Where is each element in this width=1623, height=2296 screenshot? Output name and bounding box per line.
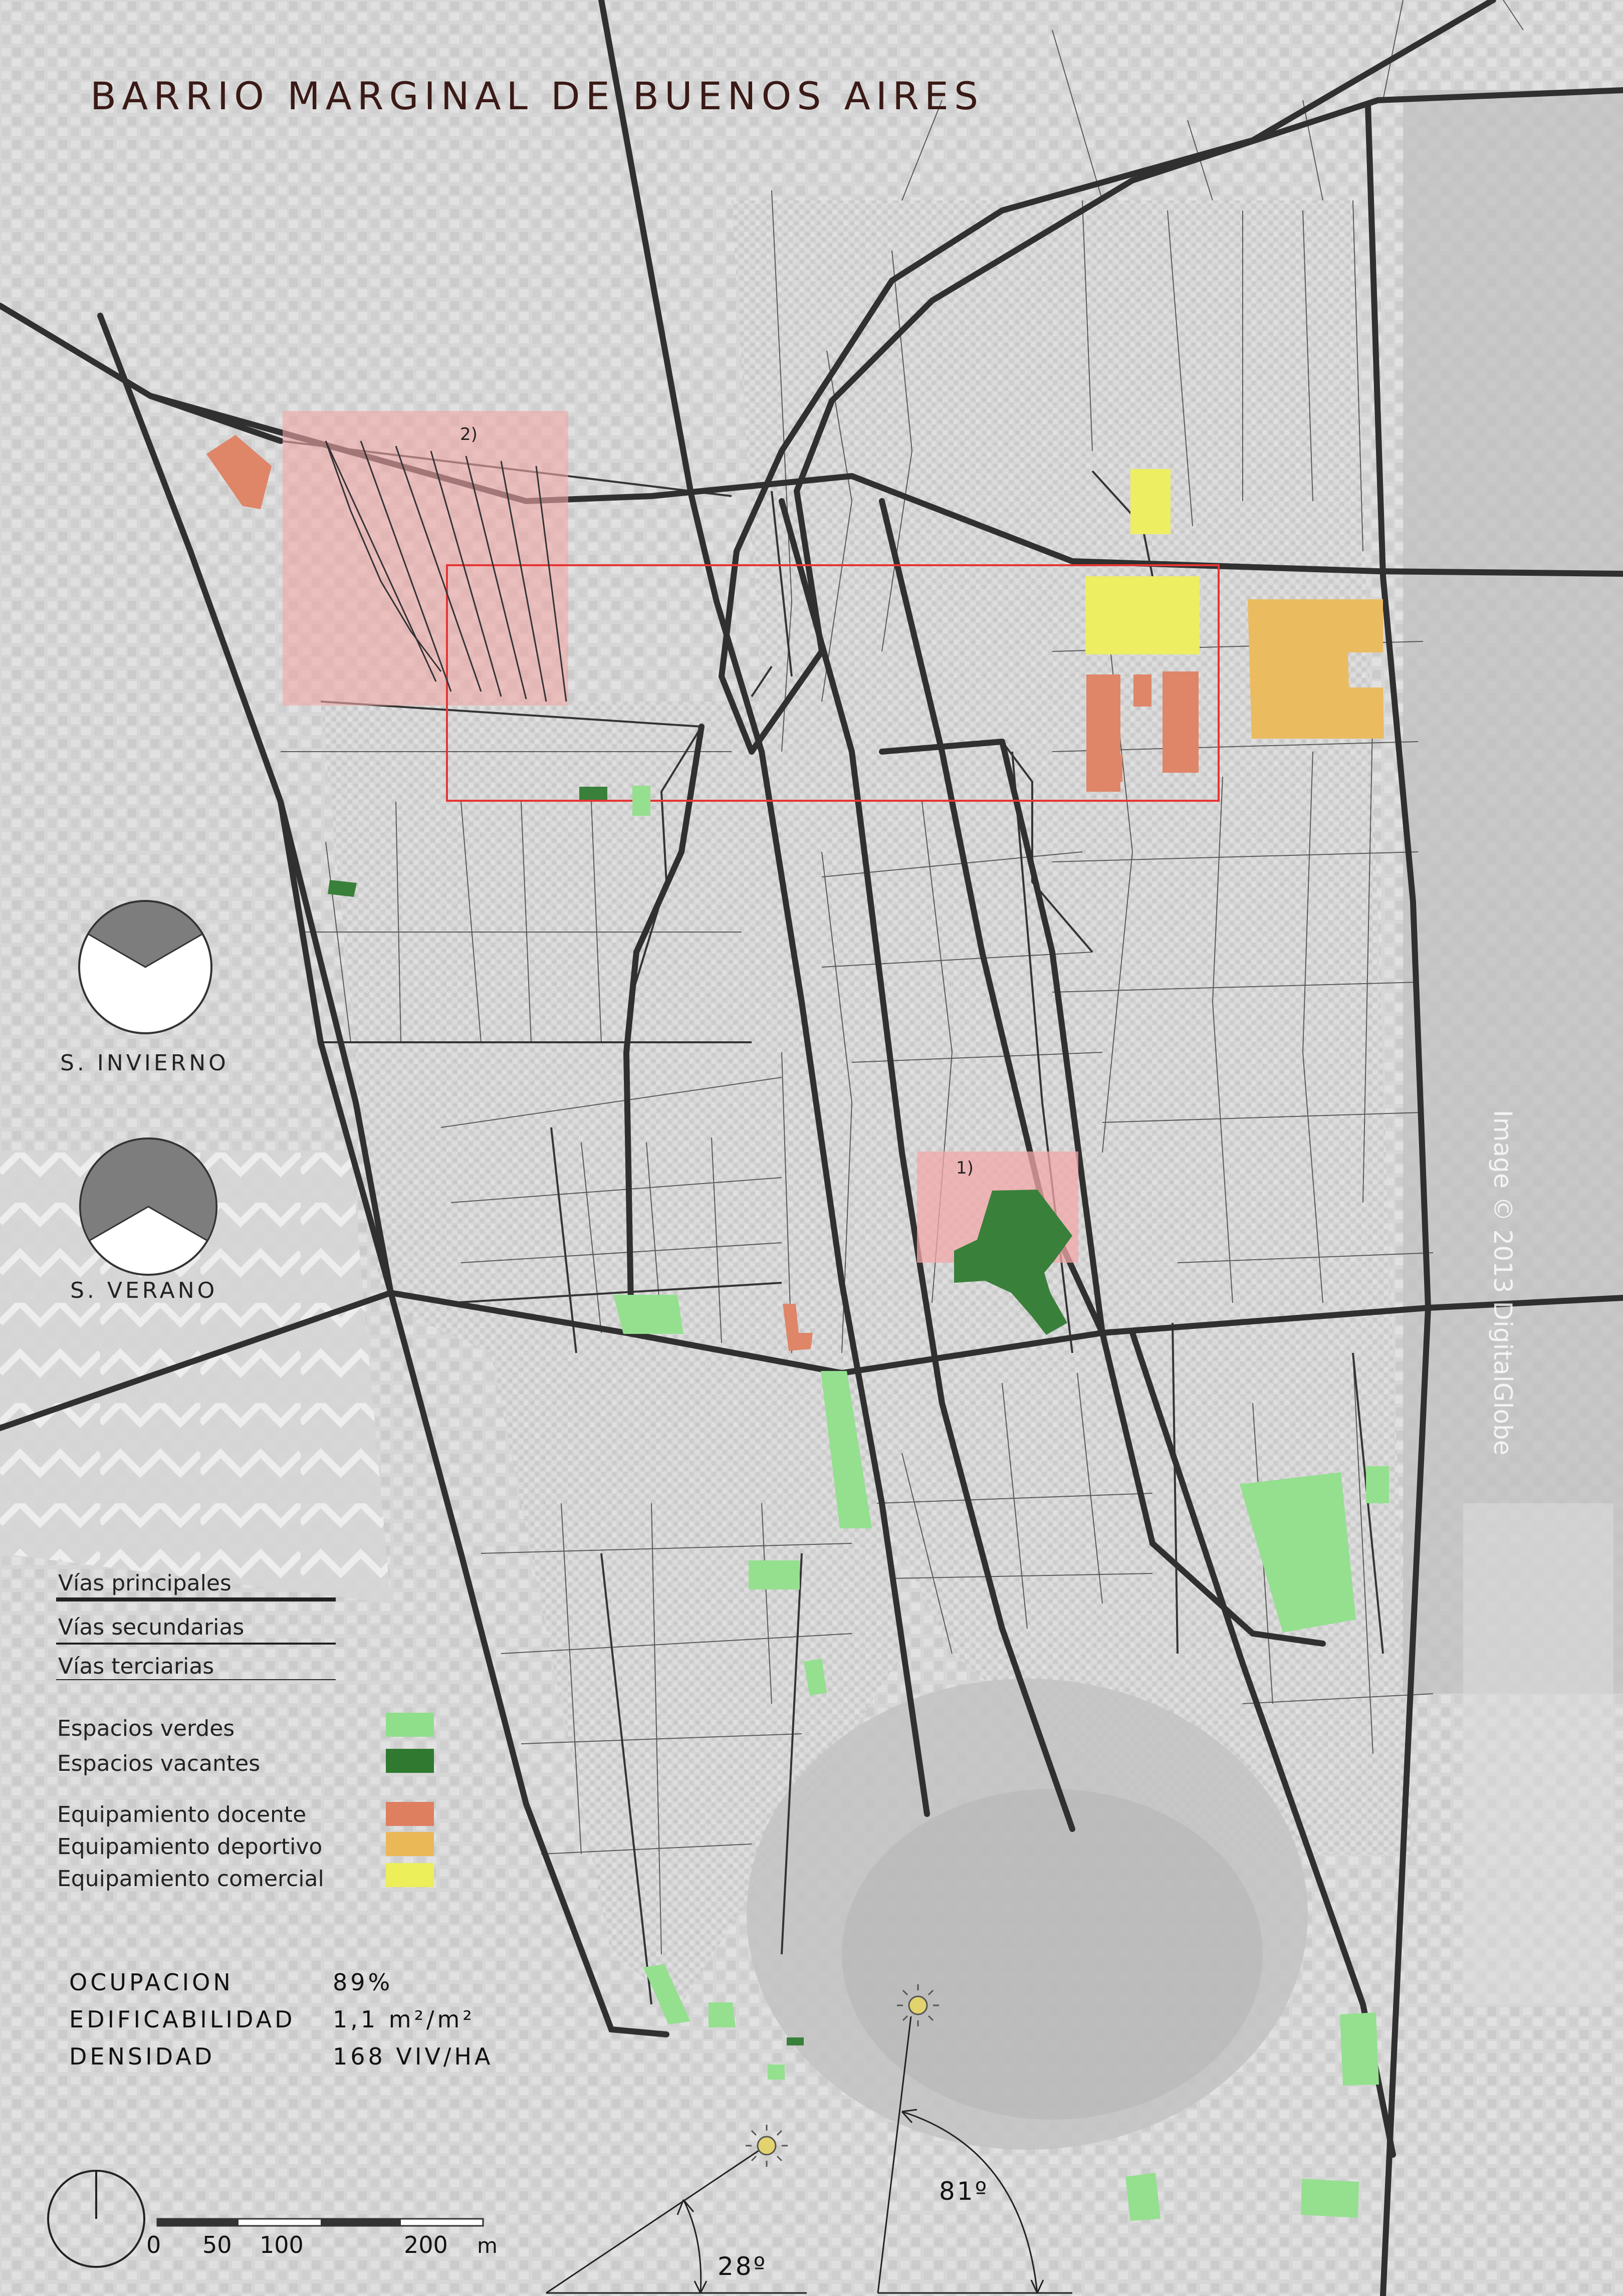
sun-angle-winter-label: 28º [718,2252,767,2281]
legend-equipamiento-docente: Equipamiento docente [57,1802,306,1827]
zone-2-label: 2) [460,424,478,444]
legend-vias-secundarias: Vías secundarias [58,1615,244,1640]
sun-diagram-invierno-label: S. invierno [60,1050,229,1076]
stat-edificabilidad-value: 1,1 m²/m² [333,2006,475,2033]
sun-angle-summer-label: 81º [939,2177,989,2206]
zone-1-label: 1) [956,1158,974,1178]
scale-tick-100: 100 [260,2231,304,2258]
scale-tick-50: 50 [202,2231,232,2258]
stat-densidad-value: 168 viv/ha [333,2043,493,2070]
legend-equipamiento-comercial: Equipamiento comercial [57,1866,324,1892]
legend-vias-terciarias: Vías terciarias [58,1654,214,1679]
legend-swatch-verdes [386,1713,434,1737]
site-analysis-map: BARRIO MARGINAL DE BUENOS AIRES Image © … [0,0,1623,2296]
copyright-watermark: Image © 2013 DigitalGlobe [1488,1110,1517,1455]
map-title: BARRIO MARGINAL DE BUENOS AIRES [90,74,984,118]
legend-swatch-vacantes [386,1749,434,1773]
legend-swatch-docente [386,1802,434,1826]
legend-equipamiento-deportivo: Equipamiento deportivo [57,1834,322,1860]
scale-unit: m [477,2233,498,2258]
legend-swatch-deportivo [386,1832,434,1856]
legend-espacios-verdes: Espacios verdes [57,1716,235,1741]
scale-tick-200: 200 [404,2231,448,2258]
stat-densidad-label: Densidad [69,2043,215,2070]
stat-ocupacion-label: Ocupacion [69,1969,234,1996]
legend-vias-principales: Vías principales [58,1570,231,1596]
stat-edificabilidad-label: Edificabilidad [69,2006,295,2033]
scale-tick-0: 0 [146,2231,161,2258]
sun-diagram-verano-label: S. verano [70,1278,217,1303]
legend-espacios-vacantes: Espacios vacantes [57,1751,260,1776]
stat-ocupacion-value: 89% [333,1969,393,1996]
legend-swatch-comercial [386,1863,434,1887]
